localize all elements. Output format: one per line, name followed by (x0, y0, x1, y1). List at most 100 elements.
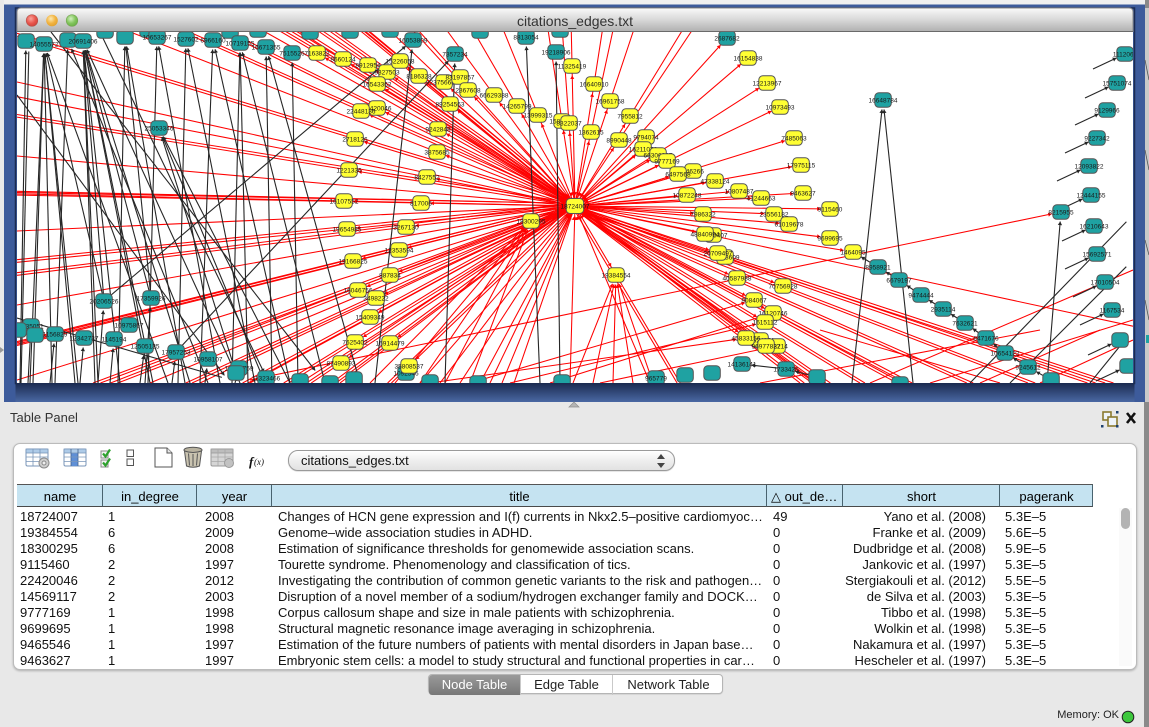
svg-text:16210643: 16210643 (1080, 223, 1109, 230)
svg-text:47338124: 47338124 (701, 178, 730, 185)
svg-text:15226058: 15226058 (386, 58, 415, 65)
svg-text:887834: 887834 (379, 272, 401, 279)
svg-text:817006: 817006 (410, 200, 432, 207)
svg-text:8958921: 8958921 (865, 264, 891, 271)
svg-text:2687682: 2687682 (714, 35, 740, 42)
svg-text:1362615: 1362615 (578, 129, 604, 136)
svg-text:12342737: 12342737 (70, 335, 99, 342)
svg-text:20691406: 20691406 (69, 38, 98, 45)
svg-text:8186328: 8186328 (406, 73, 432, 80)
svg-text:11323466: 11323466 (252, 375, 281, 382)
svg-text:8813054: 8813054 (513, 34, 539, 41)
svg-text:7625402: 7625402 (342, 339, 368, 346)
svg-text:19654985: 19654985 (333, 226, 362, 233)
svg-text:1167534: 1167534 (1100, 307, 1125, 314)
svg-text:17359926: 17359926 (137, 295, 166, 302)
svg-text:10807487: 10807487 (725, 188, 754, 195)
svg-text:1527602: 1527602 (173, 36, 199, 43)
svg-text:7357234: 7357234 (442, 51, 468, 58)
svg-text:61019678: 61019678 (775, 221, 804, 228)
svg-text:19166825: 19166825 (339, 258, 368, 265)
svg-text:7485063: 7485063 (781, 135, 807, 142)
svg-text:16053809: 16053809 (399, 37, 428, 44)
svg-text:10958107: 10958107 (194, 356, 223, 363)
svg-text:8215955: 8215955 (1048, 209, 1074, 216)
svg-text:19218906: 19218906 (542, 49, 571, 56)
svg-text:2718126: 2718126 (342, 136, 368, 143)
svg-text:25053346: 25053346 (145, 125, 174, 132)
svg-text:1156829: 1156829 (43, 331, 68, 338)
svg-text:16648784: 16648784 (869, 97, 898, 104)
svg-text:7955812: 7955812 (617, 113, 643, 120)
svg-text:2935114: 2935114 (931, 306, 956, 313)
svg-text:12353594: 12353594 (385, 247, 414, 254)
svg-text:11325419: 11325419 (558, 63, 587, 70)
svg-text:66629388: 66629388 (480, 92, 509, 99)
svg-text:16671355: 16671355 (252, 44, 281, 51)
svg-text:16154838: 16154838 (734, 55, 763, 62)
svg-text:16543362: 16543362 (363, 81, 392, 88)
svg-text:10654122: 10654122 (991, 350, 1020, 357)
svg-text:87490893: 87490893 (327, 360, 356, 367)
svg-text:10975867: 10975867 (115, 322, 144, 329)
svg-text:9699695: 9699695 (817, 235, 843, 242)
svg-text:9777169: 9777169 (654, 158, 680, 165)
svg-text:3267130: 3267130 (393, 224, 419, 231)
svg-text:3498222: 3498222 (363, 295, 389, 302)
svg-text:10653267: 10653267 (143, 34, 172, 41)
svg-text:15409349: 15409349 (356, 314, 385, 321)
svg-text:14055572: 14055572 (30, 41, 59, 48)
svg-text:6497568: 6497568 (665, 171, 691, 178)
svg-text:18300295: 18300295 (517, 218, 546, 225)
svg-text:15692571: 15692571 (1083, 251, 1112, 258)
svg-text:14265799: 14265799 (503, 103, 532, 110)
svg-text:10872248: 10872248 (673, 192, 702, 199)
svg-text:20709497: 20709497 (704, 250, 733, 257)
svg-text:7986322: 7986322 (690, 211, 716, 218)
svg-text:12505135: 12505135 (131, 343, 160, 350)
svg-text:1145194: 1145194 (102, 336, 127, 343)
svg-text:12213967: 12213967 (753, 80, 782, 87)
svg-text:41244663: 41244663 (747, 195, 776, 202)
svg-text:9474444: 9474444 (908, 292, 934, 299)
svg-text:1221336: 1221336 (336, 167, 362, 174)
svg-text:citations_edges.txt: citations_edges.txt (517, 13, 633, 29)
svg-text:70756928: 70756928 (769, 283, 798, 290)
svg-text:8660124: 8660124 (330, 56, 356, 63)
svg-text:16961758: 16961758 (596, 98, 625, 105)
svg-text:8427552: 8427552 (414, 174, 440, 181)
svg-text:(x): (x) (254, 457, 264, 467)
svg-text:8990448: 8990448 (606, 137, 632, 144)
svg-text:83197857: 83197857 (446, 74, 475, 81)
svg-text:6966160: 6966160 (200, 37, 226, 44)
svg-text:965779: 965779 (645, 375, 667, 382)
svg-text:9327503: 9327503 (374, 69, 400, 76)
svg-text:48840994: 48840994 (691, 231, 720, 238)
svg-text:15751074: 15751074 (1103, 80, 1132, 87)
svg-text:16914479: 16914479 (376, 340, 405, 347)
svg-text:17010504: 17010504 (1091, 279, 1120, 286)
svg-text:9115460: 9115460 (818, 206, 843, 213)
svg-text:6679197: 6679197 (886, 277, 912, 284)
svg-text:9463627: 9463627 (790, 190, 816, 197)
svg-text:8471676: 8471676 (973, 335, 999, 342)
svg-text:10973493: 10973493 (766, 104, 795, 111)
svg-text:16640910: 16640910 (580, 81, 609, 88)
svg-text:7632621: 7632621 (952, 320, 978, 327)
svg-text:1733426: 1733426 (773, 366, 799, 373)
svg-text:12444155: 12444155 (1077, 192, 1106, 199)
svg-text:1464095: 1464095 (840, 249, 866, 256)
svg-text:89254563: 89254563 (436, 101, 465, 108)
svg-text:9794074: 9794074 (633, 134, 659, 141)
svg-text:10719155: 10719155 (226, 40, 255, 47)
svg-text:9084067: 9084067 (741, 297, 767, 304)
svg-text:17975115: 17975115 (787, 162, 816, 169)
svg-text:14136141: 14136141 (728, 361, 757, 368)
svg-text:35808537: 35808537 (395, 363, 424, 370)
svg-text:8322037: 8322037 (556, 120, 582, 127)
svg-text:96977837: 96977837 (752, 343, 781, 350)
svg-text:9245612: 9245612 (1015, 364, 1041, 371)
svg-text:9227342: 9227342 (1084, 135, 1110, 142)
svg-text:3875685: 3875685 (424, 149, 450, 156)
svg-text:40587988: 40587988 (723, 275, 752, 282)
